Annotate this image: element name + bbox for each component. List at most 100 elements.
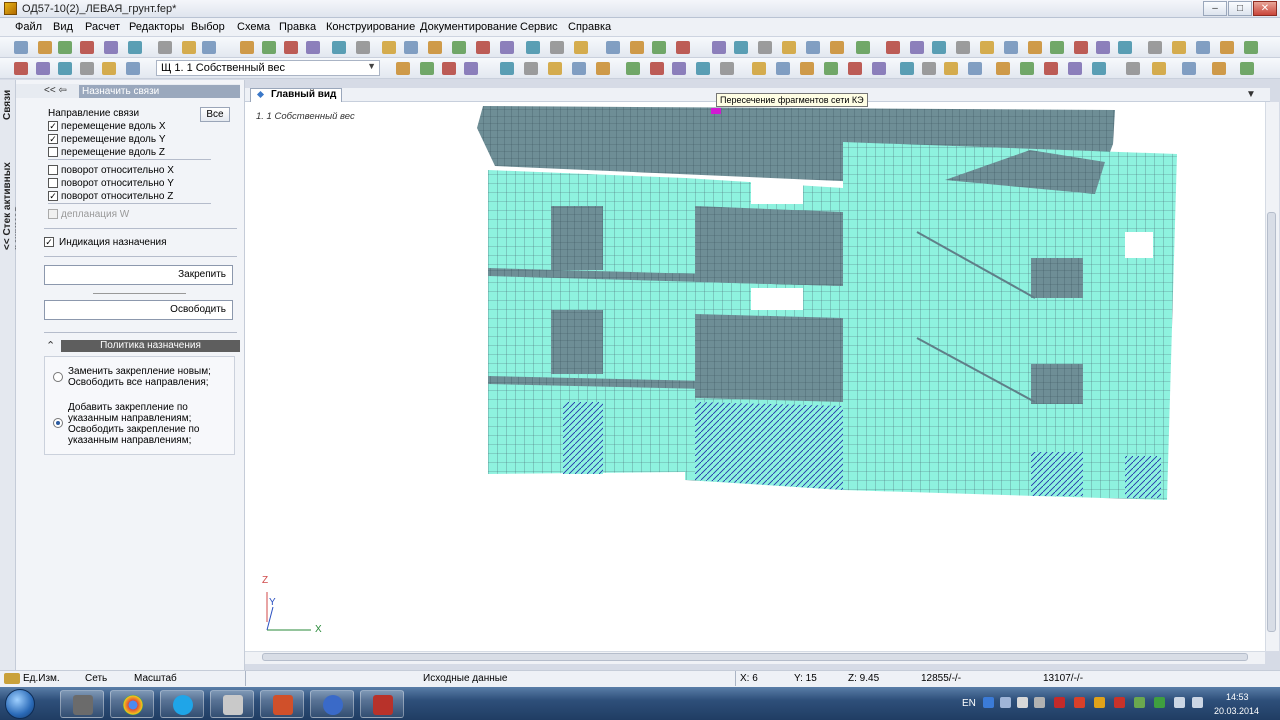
toolbar-tool-icon[interactable] <box>720 62 734 75</box>
active-modes-stack-tab[interactable]: << Стек активных режимов <box>2 120 24 250</box>
toolbar-tool-icon[interactable] <box>572 62 586 75</box>
toolbar-tool-icon[interactable] <box>900 62 914 75</box>
toolbar-tool-icon[interactable] <box>574 41 588 54</box>
volume-icon[interactable] <box>1174 697 1185 708</box>
toolbar-tool-icon[interactable] <box>38 41 52 54</box>
menu-scheme[interactable]: Схема <box>237 21 270 33</box>
network-icon[interactable] <box>1034 697 1045 708</box>
toolbar-tool-icon[interactable] <box>1020 62 1034 75</box>
toolbar-tool-icon[interactable] <box>500 41 514 54</box>
toolbar-tool-icon[interactable] <box>396 62 410 75</box>
toolbar-tool-icon[interactable] <box>752 62 766 75</box>
toolbar-tool-icon[interactable] <box>500 62 514 75</box>
antivirus-icon[interactable] <box>1054 697 1065 708</box>
toolbar-tool-icon[interactable] <box>452 41 466 54</box>
maximize-button[interactable]: □ <box>1228 1 1252 16</box>
view-menu-icon[interactable]: ▼ <box>1246 89 1256 100</box>
toolbar-tool-icon[interactable] <box>128 41 142 54</box>
vertical-scroll-thumb[interactable] <box>1267 212 1276 632</box>
toolbar-tool-icon[interactable] <box>696 62 710 75</box>
grid-dropdown[interactable]: Сеть <box>85 673 107 684</box>
toolbar-tool-icon[interactable] <box>548 62 562 75</box>
checkbox-rot-x[interactable] <box>48 165 58 175</box>
toolbar-tool-icon[interactable] <box>104 41 118 54</box>
fix-button[interactable]: Закрепить <box>44 265 233 285</box>
toolbar-tool-icon[interactable] <box>1196 41 1210 54</box>
toolbar-tool-icon[interactable] <box>80 41 94 54</box>
tray-app-icon[interactable] <box>1114 697 1125 708</box>
clock-date[interactable]: 20.03.2014 <box>1214 706 1259 716</box>
toolbar-tool-icon[interactable] <box>36 62 50 75</box>
toolbar-tool-icon[interactable] <box>284 41 298 54</box>
toolbar-tool-icon[interactable] <box>80 62 94 75</box>
toolbar-tool-icon[interactable] <box>1004 41 1018 54</box>
toolbar-tool-icon[interactable] <box>550 41 564 54</box>
task-skype[interactable] <box>160 690 204 718</box>
toolbar-tool-icon[interactable] <box>14 62 28 75</box>
menu-calc[interactable]: Расчет <box>85 21 120 33</box>
toolbar-tool-icon[interactable] <box>126 62 140 75</box>
toolbar-tool-icon[interactable] <box>420 62 434 75</box>
toolbar-tool-icon[interactable] <box>526 41 540 54</box>
toolbar-tool-icon[interactable] <box>1182 62 1196 75</box>
toolbar-tool-icon[interactable] <box>382 41 396 54</box>
toolbar-tool-icon[interactable] <box>332 41 346 54</box>
toolbar-tool-icon[interactable] <box>910 41 924 54</box>
toolbar-tool-icon[interactable] <box>980 41 994 54</box>
links-tab[interactable]: Связи <box>2 86 14 120</box>
task-powerpoint[interactable] <box>260 690 304 718</box>
tray-app-icon[interactable] <box>1154 697 1165 708</box>
task-lira[interactable] <box>360 690 404 718</box>
toolbar-tool-icon[interactable] <box>1220 41 1234 54</box>
menu-editors[interactable]: Редакторы <box>129 21 184 33</box>
load-case-select[interactable]: Щ 1. 1 Собственный вес ▼ <box>156 60 380 76</box>
toolbar-tool-icon[interactable] <box>306 41 320 54</box>
tray-app-icon[interactable] <box>1134 697 1145 708</box>
checkbox-indication[interactable]: ✓ <box>44 237 54 247</box>
toolbar-tool-icon[interactable] <box>806 41 820 54</box>
toolbar-tool-icon[interactable] <box>464 62 478 75</box>
toolbar-tool-icon[interactable] <box>58 62 72 75</box>
menu-edit[interactable]: Правка <box>279 21 316 33</box>
checkbox-move-y[interactable]: ✓ <box>48 134 58 144</box>
checkbox-move-x[interactable]: ✓ <box>48 121 58 131</box>
tray-app-icon[interactable] <box>1094 697 1105 708</box>
toolbar-tool-icon[interactable] <box>606 41 620 54</box>
task-flower-app[interactable] <box>310 690 354 718</box>
horizontal-scroll-thumb[interactable] <box>262 653 1248 661</box>
app-icon[interactable] <box>4 2 17 15</box>
close-button[interactable]: ✕ <box>1253 1 1277 16</box>
toolbar-tool-icon[interactable] <box>1244 41 1258 54</box>
toolbar-tool-icon[interactable] <box>824 62 838 75</box>
toolbar-tool-icon[interactable] <box>886 41 900 54</box>
checkbox-rot-y[interactable] <box>48 178 58 188</box>
toolbar-tool-icon[interactable] <box>14 41 28 54</box>
toolbar-tool-icon[interactable] <box>676 41 690 54</box>
toolbar-tool-icon[interactable] <box>262 41 276 54</box>
toolbar-tool-icon[interactable] <box>650 62 664 75</box>
toolbar-tool-icon[interactable] <box>404 41 418 54</box>
toolbar-tool-icon[interactable] <box>476 41 490 54</box>
checkbox-move-z[interactable] <box>48 147 58 157</box>
language-indicator[interactable]: EN <box>962 698 976 709</box>
toolbar-tool-icon[interactable] <box>1092 62 1106 75</box>
toolbar-tool-icon[interactable] <box>1118 41 1132 54</box>
help-icon[interactable] <box>983 697 994 708</box>
toolbar-tool-icon[interactable] <box>1240 62 1254 75</box>
toolbar-tool-icon[interactable] <box>596 62 610 75</box>
toolbar-tool-icon[interactable] <box>712 41 726 54</box>
release-button[interactable]: Освободить <box>44 300 233 320</box>
toolbar-tool-icon[interactable] <box>830 41 844 54</box>
toolbar-tool-icon[interactable] <box>800 62 814 75</box>
toolbar-tool-icon[interactable] <box>776 62 790 75</box>
task-chrome[interactable] <box>110 690 154 718</box>
all-button[interactable]: Все <box>200 107 230 122</box>
units-dropdown[interactable]: Ед.Изм. <box>23 673 60 684</box>
toolbar-tool-icon[interactable] <box>956 41 970 54</box>
menu-help[interactable]: Справка <box>568 21 611 33</box>
menu-design[interactable]: Конструирование <box>326 21 415 33</box>
toolbar-tool-icon[interactable] <box>932 41 946 54</box>
task-explorer[interactable] <box>60 690 104 718</box>
toolbar-tool-icon[interactable] <box>1172 41 1186 54</box>
toolbar-tool-icon[interactable] <box>1212 62 1226 75</box>
